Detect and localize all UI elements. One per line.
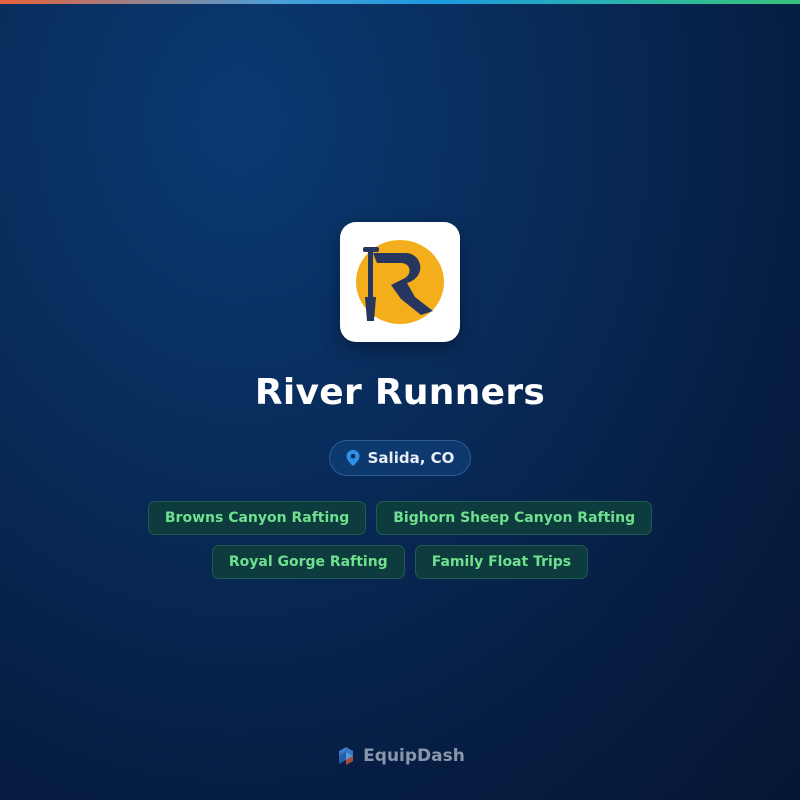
footer-brand[interactable]: EquipDash [0,745,800,767]
tag-browns-canyon-rafting[interactable]: Browns Canyon Rafting [147,501,367,535]
tag-row: Browns Canyon Rafting Bighorn Sheep Cany… [0,501,800,535]
company-name: River Runners [254,372,546,413]
tag-row: Royal Gorge Rafting Family Float Trips [0,545,800,579]
company-logo [340,222,460,342]
top-accent-bar [0,0,800,4]
tag-royal-gorge-rafting[interactable]: Royal Gorge Rafting [211,545,405,579]
river-runners-logo-icon [356,240,444,324]
footer-brand-text: EquipDash [363,746,465,766]
location-badge: Salida, CO [329,440,471,476]
location-pin-icon [346,450,360,466]
location-text: Salida, CO [367,449,455,467]
tag-family-float-trips[interactable]: Family Float Trips [414,545,589,579]
equipdash-logo-icon [339,747,354,765]
tag-bighorn-sheep-canyon-rafting[interactable]: Bighorn Sheep Canyon Rafting [376,501,653,535]
